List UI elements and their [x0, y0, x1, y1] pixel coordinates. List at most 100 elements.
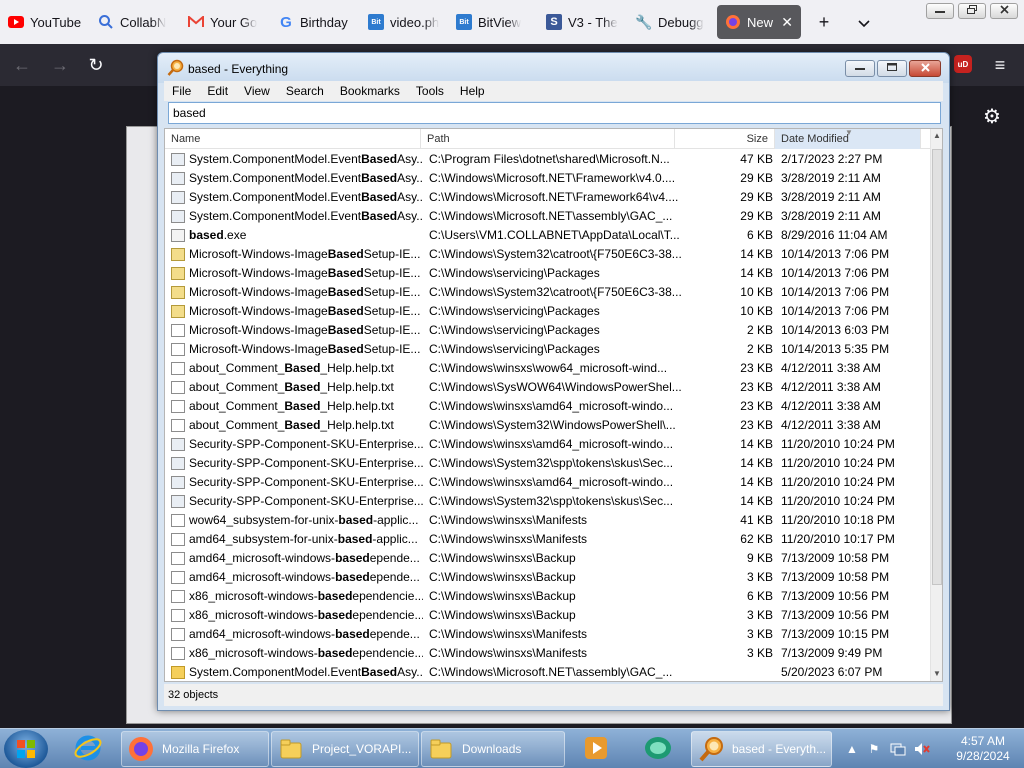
result-row[interactable]: amd64_microsoft-windows-basedepende... C:…	[165, 568, 931, 587]
tab-debugging[interactable]: 🔧 Debugg	[636, 5, 712, 39]
vertical-scrollbar[interactable]: ▲ ▼	[930, 129, 942, 681]
result-size: 23 KB	[740, 418, 773, 432]
menu-view[interactable]: View	[236, 84, 278, 98]
tab-youtube[interactable]: YouTube	[8, 5, 88, 39]
tab-label: YouTube	[30, 14, 82, 30]
app-pinned[interactable]	[638, 732, 678, 766]
result-row[interactable]: Microsoft-Windows-ImageBasedSetup-IE... C…	[165, 321, 931, 340]
column-header-date-modified[interactable]: Date Modified ▼	[775, 129, 921, 149]
scroll-up-arrow-icon[interactable]: ▲	[931, 129, 942, 143]
start-button[interactable]	[4, 730, 48, 768]
result-row[interactable]: System.ComponentModel.EventBasedAsy... C:…	[165, 207, 931, 226]
taskbar-item-downloads[interactable]: Downloads	[421, 731, 565, 767]
result-row[interactable]: about_Comment_Based_Help.help.txt C:\Wind…	[165, 378, 931, 397]
tab-collabnet[interactable]: CollabN	[98, 5, 172, 39]
result-row[interactable]: x86_microsoft-windows-basedependencie...…	[165, 644, 931, 663]
result-path: C:\Users\VM1.COLLABNET\AppData\Local\T..…	[429, 228, 680, 242]
menu-edit[interactable]: Edit	[199, 84, 236, 98]
result-row[interactable]: Microsoft-Windows-ImageBasedSetup-IE... C…	[165, 264, 931, 283]
reload-button[interactable]: ↻	[84, 53, 108, 77]
menu-tools[interactable]: Tools	[408, 84, 452, 98]
taskbar-item-everything[interactable]: based - Everyth...	[691, 731, 832, 767]
match-highlight: Based	[284, 380, 321, 394]
tab-gmail[interactable]: Your Go	[188, 5, 264, 39]
document-file-icon	[171, 628, 185, 641]
result-row[interactable]: amd64_microsoft-windows-basedepende... C:…	[165, 625, 931, 644]
everything-maximize-button[interactable]	[877, 60, 907, 77]
column-header-path[interactable]: Path	[421, 129, 675, 149]
tab-video[interactable]: Bit video.ph	[368, 5, 442, 39]
result-date: 8/29/2016 11:04 AM	[781, 228, 888, 242]
result-date: 7/13/2009 10:56 PM	[781, 589, 890, 603]
show-hidden-icons-icon[interactable]: ▲	[844, 741, 860, 757]
app-menu-button[interactable]: ≡	[988, 53, 1012, 77]
result-path: C:\Windows\Microsoft.NET\Framework64\v4.…	[429, 190, 679, 204]
search-input[interactable]	[168, 102, 941, 124]
result-row[interactable]: System.ComponentModel.EventBasedAsy... C:…	[165, 188, 931, 207]
menu-bookmarks[interactable]: Bookmarks	[332, 84, 408, 98]
browser-tab-bar: YouTube CollabN Your Go G Birthday Bit v…	[0, 0, 1024, 44]
tab-v3[interactable]: S V3 - The	[546, 5, 620, 39]
scroll-down-arrow-icon[interactable]: ▼	[931, 667, 942, 681]
menu-help[interactable]: Help	[452, 84, 493, 98]
result-row[interactable]: Security-SPP-Component-SKU-Enterprise...…	[165, 435, 931, 454]
result-row[interactable]: amd64_subsystem-for-unix-based-applic...…	[165, 530, 931, 549]
media-player-pinned[interactable]	[576, 732, 616, 766]
list-all-tabs-button[interactable]	[852, 10, 876, 34]
back-button[interactable]: ←	[10, 53, 34, 77]
taskbar-item-firefox[interactable]: Mozilla Firefox	[121, 731, 269, 767]
result-row[interactable]: Microsoft-Windows-ImageBasedSetup-IE... C…	[165, 245, 931, 264]
result-row[interactable]: System.ComponentModel.EventBasedAsy... C:…	[165, 150, 931, 169]
forward-button[interactable]: →	[48, 53, 72, 77]
taskbar-item-project-folder[interactable]: Project_VORAPI...	[271, 731, 419, 767]
close-tab-icon[interactable]: ✕	[781, 14, 793, 31]
column-header-name[interactable]: Name	[165, 129, 421, 149]
everything-close-button[interactable]	[909, 60, 941, 77]
result-row[interactable]: wow64_subsystem-for-unix-based-applic...…	[165, 511, 931, 530]
result-row[interactable]: System.ComponentModel.EventBasedAsy... C:…	[165, 169, 931, 188]
tab-bitview[interactable]: Bit BitView	[456, 5, 530, 39]
match-highlight: based	[335, 627, 370, 641]
result-row[interactable]: Microsoft-Windows-ImageBasedSetup-IE... C…	[165, 340, 931, 359]
result-path: C:\Windows\winsxs\Backup	[429, 551, 576, 565]
restore-button[interactable]	[958, 3, 986, 19]
result-path: C:\Windows\System32\catroot\{F750E6C3-38…	[429, 285, 681, 299]
ublock-extension-icon[interactable]: uD	[954, 55, 972, 73]
result-row[interactable]: about_Comment_Based_Help.help.txt C:\Wind…	[165, 397, 931, 416]
result-row[interactable]: Microsoft-Windows-ImageBasedSetup-IE... C…	[165, 302, 931, 321]
column-header-size[interactable]: Size	[675, 129, 775, 149]
result-row[interactable]: x86_microsoft-windows-basedependencie...…	[165, 606, 931, 625]
tab-birthday[interactable]: G Birthday	[278, 5, 358, 39]
result-name: Microsoft-Windows-ImageBasedSetup-IE...	[189, 342, 421, 356]
everything-minimize-button[interactable]	[845, 60, 875, 77]
result-row[interactable]: Security-SPP-Component-SKU-Enterprise...…	[165, 492, 931, 511]
tab-new-tab[interactable]: New T ✕	[717, 5, 801, 39]
close-button[interactable]	[990, 3, 1018, 19]
result-row[interactable]: Security-SPP-Component-SKU-Enterprise...…	[165, 454, 931, 473]
result-row[interactable]: amd64_microsoft-windows-basedepende... C:…	[165, 549, 931, 568]
new-tab-button[interactable]: +	[812, 10, 836, 34]
result-row[interactable]: about_Comment_Based_Help.help.txt C:\Wind…	[165, 416, 931, 435]
result-row[interactable]: x86_microsoft-windows-basedependencie...…	[165, 587, 931, 606]
settings-gear-icon[interactable]: ⚙	[980, 104, 1004, 128]
menu-file[interactable]: File	[164, 84, 199, 98]
volume-muted-icon[interactable]	[914, 741, 930, 757]
minimize-button[interactable]	[926, 3, 954, 19]
action-center-flag-icon[interactable]: ⚑	[866, 741, 882, 757]
network-icon[interactable]	[890, 741, 906, 757]
result-name: amd64_subsystem-for-unix-based-applic...	[189, 532, 418, 546]
system-clock[interactable]: 4:57 AM 9/28/2024	[948, 734, 1018, 764]
scrollbar-thumb[interactable]	[932, 149, 942, 585]
result-row[interactable]: Microsoft-Windows-ImageBasedSetup-IE... C…	[165, 283, 931, 302]
result-row[interactable]: based.exe C:\Users\VM1.COLLABNET\AppData\…	[165, 226, 931, 245]
internet-explorer-pinned[interactable]	[68, 732, 108, 766]
result-row[interactable]: about_Comment_Based_Help.help.txt C:\Wind…	[165, 359, 931, 378]
menu-search[interactable]: Search	[278, 84, 332, 98]
result-name: about_Comment_Based_Help.help.txt	[189, 380, 394, 394]
everything-title-bar[interactable]: based - Everything	[158, 53, 949, 83]
result-row[interactable]: Security-SPP-Component-SKU-Enterprise...…	[165, 473, 931, 492]
result-size: 14 KB	[740, 456, 773, 470]
result-size: 14 KB	[740, 247, 773, 261]
result-row[interactable]: System.ComponentModel.EventBasedAsy... C:…	[165, 663, 931, 681]
internet-explorer-icon	[73, 733, 103, 766]
